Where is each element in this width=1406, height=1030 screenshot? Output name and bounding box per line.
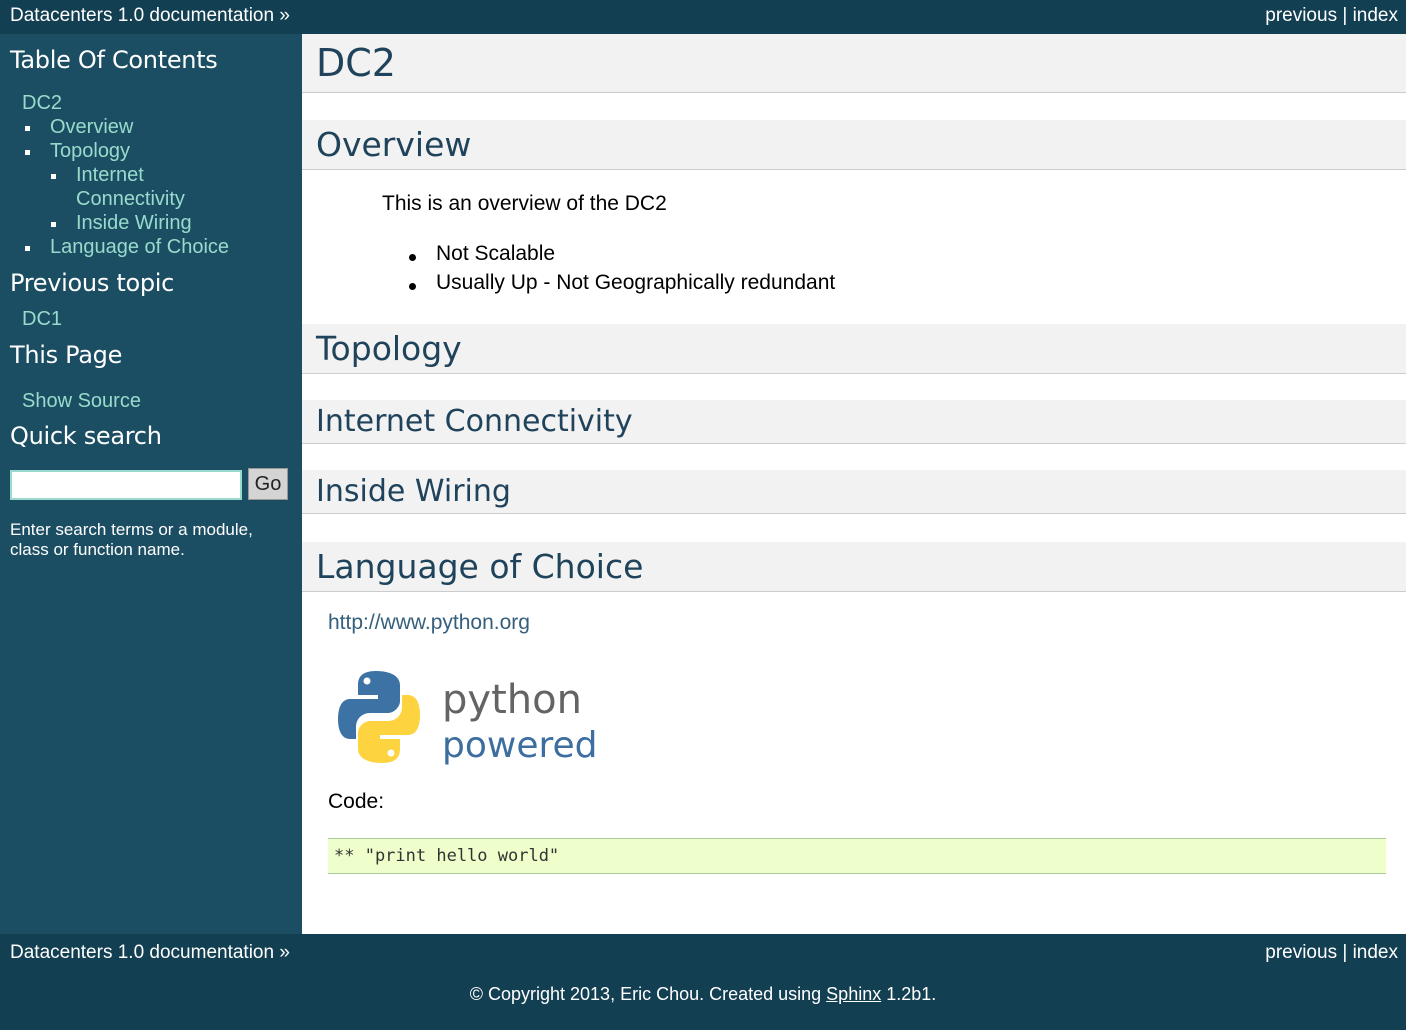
doc-arrow: » <box>279 942 290 963</box>
doc-arrow: » <box>279 5 290 26</box>
internet-connectivity-heading: Internet Connectivity <box>302 400 1406 444</box>
overview-text: This is an overview of the DC2 <box>382 192 667 215</box>
show-source-link[interactable]: Show Source <box>22 389 141 413</box>
search-input[interactable] <box>10 470 242 500</box>
relbar-separator: | <box>1342 5 1348 26</box>
relbar-doc-title: Datacenters 1.0 documentation » <box>10 934 290 972</box>
relbar-nav: previous | index <box>1265 934 1398 972</box>
footer: © Copyright 2013, Eric Chou. Created usi… <box>0 972 1406 1030</box>
toc-bullet <box>51 174 56 179</box>
relbar-doc-title: Datacenters 1.0 documentation » <box>10 0 290 31</box>
doc-title-link[interactable]: Datacenters 1.0 documentation <box>10 942 274 963</box>
bullet-dot <box>409 254 416 261</box>
logo-text-python: python <box>442 677 582 723</box>
index-link[interactable]: index <box>1353 942 1398 963</box>
bottom-relbar: Datacenters 1.0 documentation » previous… <box>0 934 1406 972</box>
toc-link-inside-wiring[interactable]: Inside Wiring <box>76 211 192 235</box>
python-org-link[interactable]: http://www.python.org <box>328 611 530 635</box>
footer-copyright: © Copyright 2013, Eric Chou. Created usi… <box>469 984 827 1004</box>
relbar-separator: | <box>1342 942 1348 963</box>
inside-wiring-heading: Inside Wiring <box>302 470 1406 514</box>
toc-bullet <box>51 222 56 227</box>
top-relbar: Datacenters 1.0 documentation » previous… <box>0 0 1406 34</box>
search-go-button[interactable]: Go <box>248 468 288 500</box>
page-title: DC2 <box>302 34 1406 93</box>
language-heading: Language of Choice <box>302 542 1406 592</box>
toc-link-dc2[interactable]: DC2 <box>22 91 62 115</box>
previous-link[interactable]: previous <box>1265 5 1337 26</box>
footer-version: 1.2b1. <box>881 984 937 1004</box>
search-hint: Enter search terms or a module, class or… <box>10 520 253 559</box>
toc-bullet <box>25 126 30 131</box>
python-powered-logo: python powered <box>338 671 597 766</box>
previous-topic-link[interactable]: DC1 <box>22 307 62 331</box>
bullet-dot <box>409 283 416 290</box>
overview-heading: Overview <box>302 120 1406 170</box>
code-block: ** "print hello world" <box>328 838 1386 874</box>
toc-link-topology[interactable]: Topology <box>50 139 130 163</box>
doc-title-link[interactable]: Datacenters 1.0 documentation <box>10 5 274 26</box>
toc-link-language[interactable]: Language of Choice <box>50 235 229 259</box>
topology-heading: Topology <box>302 324 1406 374</box>
index-link[interactable]: index <box>1353 5 1398 26</box>
previous-link[interactable]: previous <box>1265 942 1337 963</box>
logo-text-powered: powered <box>442 725 597 766</box>
toc-internet-line-1: Internet <box>76 164 144 186</box>
overview-bullet-1: Not Scalable <box>436 242 556 265</box>
overview-bullet-2: Usually Up - Not Geographically redundan… <box>436 271 836 294</box>
sphinx-link[interactable]: Sphinx <box>826 984 881 1004</box>
code-label: Code: <box>328 790 385 813</box>
main-content: DC2 Overview This is an overview of the … <box>302 34 1406 934</box>
sidebar: Table Of Contents DC2 Overview Topology … <box>0 34 302 934</box>
toc-bullet <box>25 150 30 155</box>
toc-link-overview[interactable]: Overview <box>50 115 133 139</box>
this-page-heading: This Page <box>10 341 123 369</box>
toc-internet-line-2: Connectivity <box>76 188 185 210</box>
relbar-nav: previous | index <box>1265 0 1398 31</box>
toc-bullet <box>25 246 30 251</box>
python-snake-icon <box>338 671 420 763</box>
quick-search-heading: Quick search <box>10 422 162 450</box>
previous-topic-heading: Previous topic <box>10 269 175 297</box>
toc-link-internet-connectivity[interactable]: Internet Connectivity <box>76 163 185 211</box>
toc-heading: Table Of Contents <box>10 46 218 74</box>
